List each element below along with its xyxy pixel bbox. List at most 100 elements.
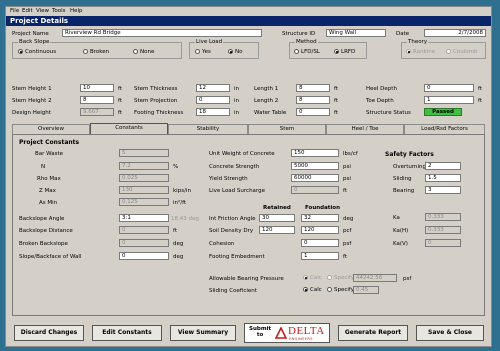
slope-backface-label: Slope/Backface of Wall [19,254,82,260]
broken-backslope-label: Broken Backslope [19,241,68,247]
overturning-input[interactable]: 2 [425,162,461,170]
delta-logo-subtext: ENGINEERS [289,337,313,341]
theory-label: Theory [407,39,429,45]
design-height-label: Design Height [12,110,51,116]
discard-changes-button[interactable]: Discard Changes [14,325,84,341]
theory-coulomb[interactable]: Coulomb [446,49,477,55]
slope-backface-input[interactable]: 0 [119,252,169,260]
sliding-specify-radio[interactable]: Specify [327,287,354,293]
as-min-unit: in²/ft [173,200,187,206]
density-retained-input[interactable]: 120 [259,226,295,234]
heel-depth-unit: ft [478,86,482,92]
stem-height-1-input[interactable]: 10 [80,84,114,92]
cohesion-input[interactable]: 0 [301,239,339,247]
constants-panel: Project Constants Bar Waste 5 N 7.2 % Rh… [12,134,485,316]
embedment-input[interactable]: 1 [301,252,339,260]
menu-help[interactable]: Help [70,8,83,14]
rho-max-label: Rho Max [37,176,61,182]
tab-stability[interactable]: Stability [168,124,248,134]
kav-label: Ka(V) [393,241,408,247]
yield-strength-input[interactable]: 60000 [291,174,339,182]
structure-id-input[interactable]: Wing Wall [326,29,386,37]
tab-overview[interactable]: Overview [12,124,90,134]
stem-height-2-unit: ft [118,98,122,104]
structure-status-label: Structure Status [366,110,411,116]
backslope-distance-label: Backslope Distance [19,228,73,234]
back-slope-none[interactable]: None [133,49,154,55]
date-label: Date [396,31,410,37]
kav-input: 0 [425,239,461,247]
view-summary-button[interactable]: View Summary [170,325,236,341]
bearing-pressure-input: 44242.56 [353,274,397,282]
bearing-calc-radio[interactable]: Calc [303,275,322,281]
submit-to-delta-button[interactable]: Submit to DELTA ENGINEERS [244,323,330,343]
stem-projection-input[interactable]: 0 [196,96,230,104]
backslope-angle-input[interactable]: 3:1 [119,214,169,222]
sliding-label: Sliding [393,176,412,182]
menu-edit[interactable]: Edit [22,8,33,14]
menu-view[interactable]: View [36,8,49,14]
generate-report-button[interactable]: Generate Report [338,325,408,341]
stem-height-2-input[interactable]: 8 [80,96,114,104]
date-input[interactable]: 2/7/2008 [424,29,486,37]
z-max-unit: kips/in [173,188,191,194]
tab-heel-toe[interactable]: Heel / Toe [326,124,404,134]
back-slope-label: Back Slope [18,39,51,45]
stem-projection-unit: in [234,98,240,104]
foundation-heading: Foundation [305,205,341,211]
toe-depth-unit: ft [478,98,482,104]
length-2-label: Length 2 [254,98,279,104]
water-table-input[interactable]: 0 [296,108,330,116]
method-lrfd[interactable]: LRFD [334,49,355,55]
heel-depth-input[interactable]: 0 [424,84,474,92]
z-max-input: 130 [119,186,169,194]
live-load-yes[interactable]: Yes [195,49,211,55]
stem-height-1-unit: ft [118,86,122,92]
back-slope-broken[interactable]: Broken [83,49,109,55]
bar-waste-input: 5 [119,149,169,157]
unit-weight-input[interactable]: 150 [291,149,339,157]
density-foundation-input[interactable]: 120 [301,226,339,234]
live-load-group: Live Load Yes No [189,39,259,59]
project-name-input[interactable]: Riverview Rd Bridge [62,29,262,37]
length-2-input[interactable]: 8 [296,96,330,104]
length-1-input[interactable]: 8 [296,84,330,92]
ka-label: Ka [393,215,400,221]
design-height-input: 9.667 [80,108,114,116]
length-1-label: Length 1 [254,86,279,92]
bearing-pressure-unit: psf [403,276,412,282]
live-load-surcharge-label: Live Load Surcharge [209,188,265,194]
kah-input: 0.333 [425,226,461,234]
method-label: Method [295,39,318,45]
live-load-label: Live Load [195,39,224,45]
friction-retained-input[interactable]: 30 [259,214,295,222]
concrete-strength-input[interactable]: 5000 [291,162,339,170]
toe-depth-input[interactable]: 1 [424,96,474,104]
embedment-unit: ft [343,254,347,260]
menu-tools[interactable]: Tools [52,8,66,14]
stem-projection-label: Stem Projection [134,98,178,104]
structure-id-label: Structure ID [282,31,316,37]
sliding-calc-radio[interactable]: Calc [303,287,322,293]
backslope-angle-label: Backslope Angle [19,216,65,222]
to-text: to [256,332,264,338]
edit-constants-button[interactable]: Edit Constants [92,325,162,341]
save-close-button[interactable]: Save & Close [416,325,484,341]
live-load-no[interactable]: No [228,49,242,55]
slope-backface-unit: deg [173,254,184,260]
theory-rankine[interactable]: Rankine [406,49,435,55]
stem-height-2-label: Stem Height 2 [12,98,52,104]
sliding-input[interactable]: 1.5 [425,174,461,182]
bearing-specify-radio[interactable]: Specify [327,275,354,281]
menu-file[interactable]: File [10,8,19,14]
tab-constants[interactable]: Constants [90,123,168,134]
footing-thickness-input[interactable]: 18 [196,108,230,116]
friction-angle-label: Int Friction Angle [209,216,256,222]
back-slope-continuous[interactable]: Continuous [18,49,56,55]
method-lfd-sl[interactable]: LFD/SL [294,49,320,55]
tab-load-rsd-factors[interactable]: Load/Rsd Factors [404,124,485,134]
stem-thickness-input[interactable]: 12 [196,84,230,92]
tab-stem[interactable]: Stem [248,124,326,134]
bearing-input[interactable]: 3 [425,186,461,194]
friction-foundation-input[interactable]: 32 [301,214,339,222]
